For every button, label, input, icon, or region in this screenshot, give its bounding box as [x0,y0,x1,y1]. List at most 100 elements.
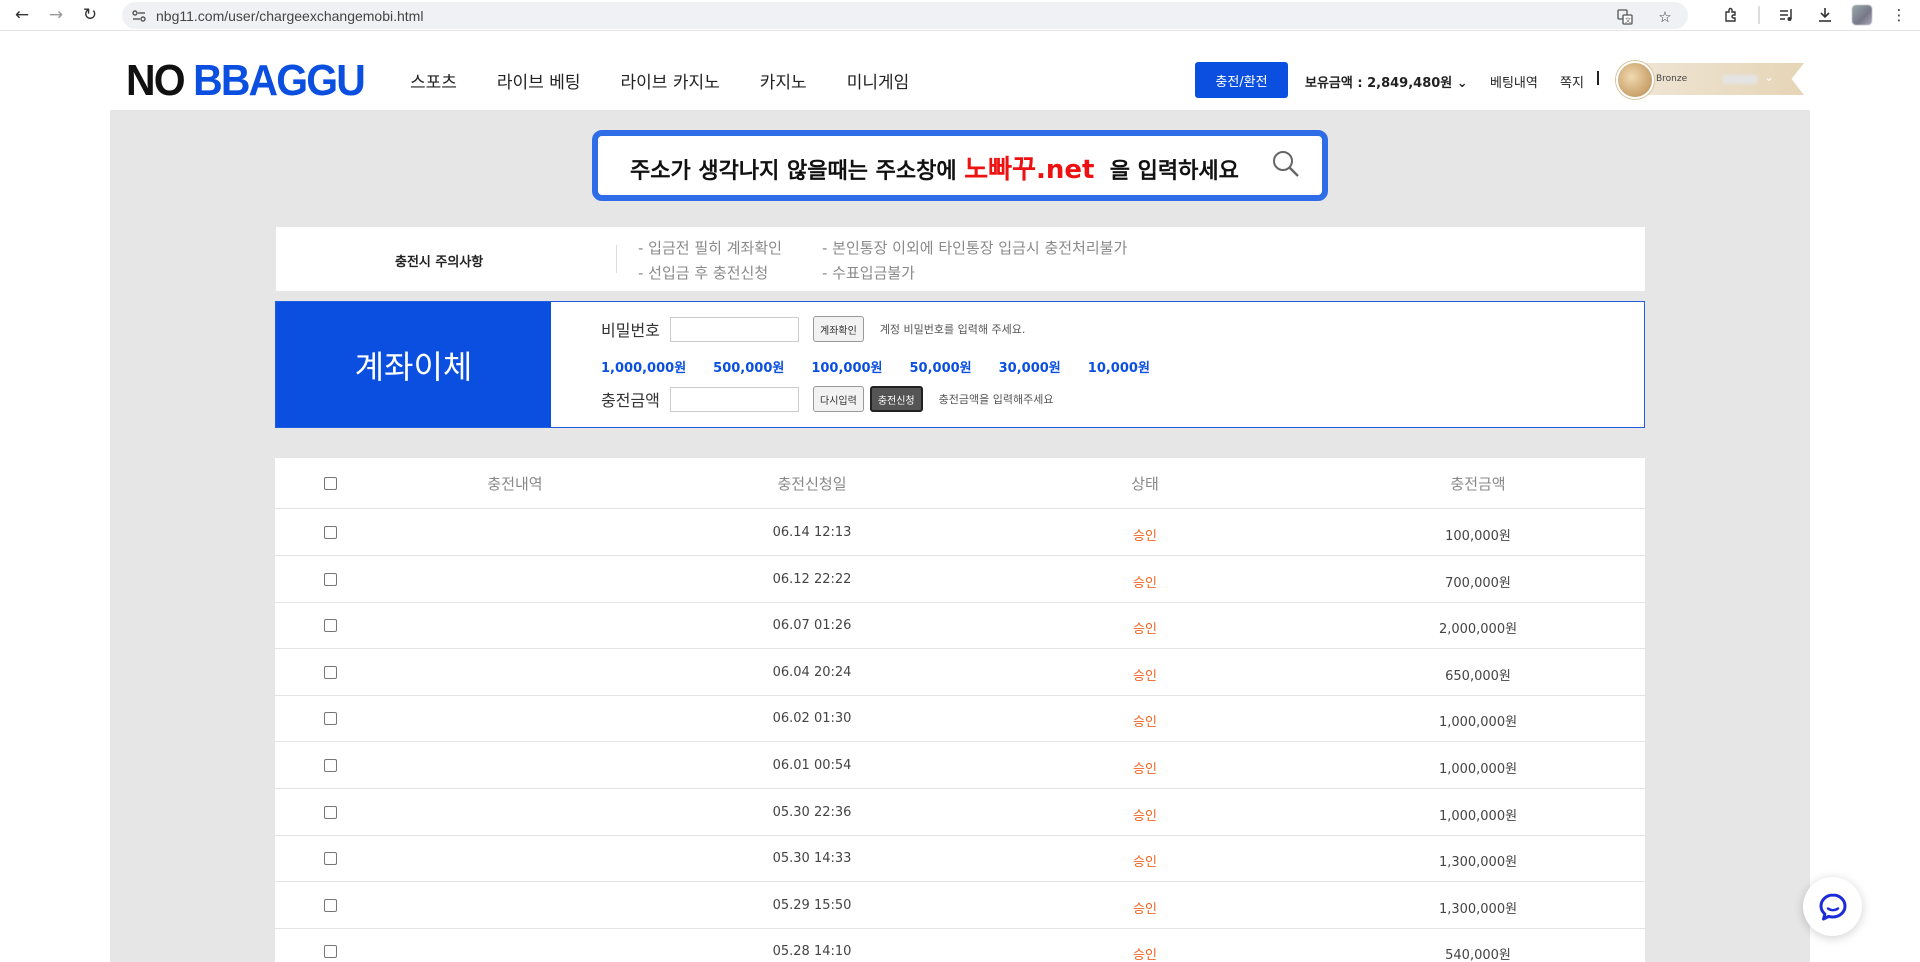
row-date: 05.28 14:10 [772,944,852,960]
table-header: 충전내역 충전신청일 상태 충전금액 [275,458,1645,509]
row-status: 승인 [1133,855,1157,871]
svg-text:文: 文 [1625,17,1631,25]
user-rank-menu[interactable]: Bronze ⌄ [1616,61,1806,99]
row-status: 승인 [1133,668,1157,684]
chat-bubble-icon [1819,893,1846,920]
site-logo[interactable]: NO BBAGGU [126,59,366,103]
row-amount: 1,300,000원 [1438,855,1518,871]
nav-sports[interactable]: 스포츠 [410,68,457,93]
separator-icon [1758,6,1760,24]
quick-amount-button[interactable]: 10,000원 [1088,357,1150,376]
row-checkbox[interactable] [324,619,337,633]
memo-link[interactable]: 쪽지 [1560,72,1584,91]
balance-text: 보유금액 : 2,849,480원 [1305,76,1453,91]
column-header-date: 충전신청일 [777,475,847,493]
row-checkbox[interactable] [324,945,337,959]
nav-casino[interactable]: 카지노 [760,68,807,93]
row-status: 승인 [1133,622,1157,638]
password-hint: 계정 비밀번호를 입력해 주세요. [879,323,1026,336]
table-row: 06.04 20:24 승인 650,000원 [275,650,1645,696]
account-check-button[interactable]: 계좌확인 [813,316,864,342]
nav-live-betting[interactable]: 라이브 베팅 [497,68,581,93]
more-menu-icon[interactable]: ⋮ [1888,4,1910,26]
row-checkbox[interactable] [324,759,337,772]
charge-amount-input[interactable] [670,386,799,412]
address-bar[interactable]: nbg11.com/user/chargeexchangemobi.html 文… [122,2,1688,29]
row-checkbox[interactable] [324,805,337,819]
caution-list: - 입금전 필히 계좌확인 - 본인통장 이외에 타인통장 입금시 충전처리불가… [638,237,1127,283]
row-status: 승인 [1133,948,1157,962]
translate-icon[interactable]: 文 [1614,6,1636,28]
quick-amount-button[interactable]: 30,000원 [999,357,1061,376]
row-amount: 1,300,000원 [1438,901,1518,917]
row-amount: 1,000,000원 [1438,715,1518,731]
media-control-icon[interactable] [1776,4,1798,26]
username-redacted [1722,75,1758,84]
row-checkbox[interactable] [324,852,337,866]
bank-transfer-panel: 계좌이체 비밀번호 계좌확인 계정 비밀번호를 입력해 주세요. 1,000,0… [275,301,1645,428]
row-checkbox[interactable] [324,712,337,726]
table-row: 06.07 01:26 승인 2,000,000원 [275,603,1645,650]
browser-toolbar: ← → ↻ nbg11.com/user/chargeexchangemobi.… [0,0,1920,31]
notice-text: 주소가 생각나지 않을때는 주소창에 노빠꾸.net 을 입력하세요 [630,149,1239,186]
row-status: 승인 [1133,575,1157,591]
row-date: 06.14 12:13 [772,525,852,540]
quick-amount-button[interactable]: 1,000,000원 [601,357,686,376]
row-status: 승인 [1133,901,1157,917]
table-row: 06.12 22:22 승인 700,000원 [275,557,1645,603]
chat-button[interactable] [1803,877,1862,936]
notice-domain: 노빠꾸.net [964,155,1095,185]
row-checkbox[interactable] [324,665,337,679]
row-date: 05.30 14:33 [772,851,852,867]
site-header: NO BBAGGU 스포츠 라이브 베팅 라이브 카지노 카지노 미니게임 충전… [0,31,1920,110]
reload-icon[interactable]: ↻ [78,3,102,27]
row-date: 05.29 15:50 [772,897,852,913]
caution-title: 충전시 주의사항 [395,255,484,270]
charge-exchange-button[interactable]: 충전/환전 [1195,62,1288,98]
quick-amount-button[interactable]: 500,000원 [713,357,784,376]
notice-text-before: 주소가 생각나지 않을때는 주소창에 [630,159,965,184]
charge-submit-button[interactable]: 충전신청 [869,386,923,412]
row-checkbox[interactable] [324,526,337,539]
transfer-title: 계좌이체 [276,302,551,427]
amount-label: 충전금액 [601,391,660,410]
row-amount: 100,000원 [1445,529,1511,544]
charge-caution-box: 충전시 주의사항 - 입금전 필히 계좌확인 - 본인통장 이외에 타인통장 입… [276,227,1645,291]
table-row: 06.01 00:54 승인 1,000,000원 [275,743,1645,789]
password-input[interactable] [670,316,799,342]
nav-live-casino[interactable]: 라이브 카지노 [621,68,720,93]
select-all-checkbox[interactable] [324,477,337,490]
table-row: 05.29 15:50 승인 1,300,000원 [275,883,1645,929]
row-checkbox[interactable] [324,572,337,586]
caution-item: - 본인통장 이외에 타인통장 입금시 충전처리불가 [822,239,1128,257]
chevron-down-icon: ⌄ [1456,76,1468,91]
table-row: 06.02 01:30 승인 1,000,000원 [275,696,1645,743]
row-date: 05.30 22:36 [772,804,852,820]
row-status: 승인 [1133,529,1157,544]
balance-dropdown[interactable]: 보유금액 : 2,849,480원 ⌄ [1305,72,1468,91]
quick-amount-button[interactable]: 50,000원 [910,357,972,376]
main-nav: 스포츠 라이브 베팅 라이브 카지노 카지노 미니게임 [410,68,949,93]
table-row: 05.30 14:33 승인 1,300,000원 [275,836,1645,883]
password-label: 비밀번호 [601,321,660,340]
back-icon[interactable]: ← [10,3,34,27]
table-row: 06.14 12:13 승인 100,000원 [275,510,1645,556]
forward-icon[interactable]: → [44,3,68,27]
column-header-status: 상태 [1131,475,1159,493]
row-amount: 700,000원 [1445,575,1511,591]
reset-button[interactable]: 다시입력 [813,386,864,412]
quick-amount-button[interactable]: 100,000원 [811,357,882,376]
chevron-down-icon: ⌄ [1764,70,1775,84]
nav-minigame[interactable]: 미니게임 [847,68,910,93]
row-checkbox[interactable] [324,898,337,912]
extensions-icon[interactable] [1720,4,1742,26]
download-icon[interactable] [1814,4,1836,26]
charge-history-table: 충전내역 충전신청일 상태 충전금액 06.14 12:13 승인 100,000원… [275,458,1645,962]
profile-avatar[interactable] [1852,5,1872,25]
site-info-icon[interactable] [130,7,148,25]
amount-hint: 충전금액을 입력해주세요 [938,393,1054,406]
table-row: 05.28 14:10 승인 540,000원 [275,929,1645,962]
amount-row: 충전금액 다시입력 충전신청 충전금액을 입력해주세요 [601,386,1053,412]
bookmark-star-icon[interactable]: ☆ [1654,6,1676,28]
bet-history-link[interactable]: 베팅내역 [1490,72,1538,91]
